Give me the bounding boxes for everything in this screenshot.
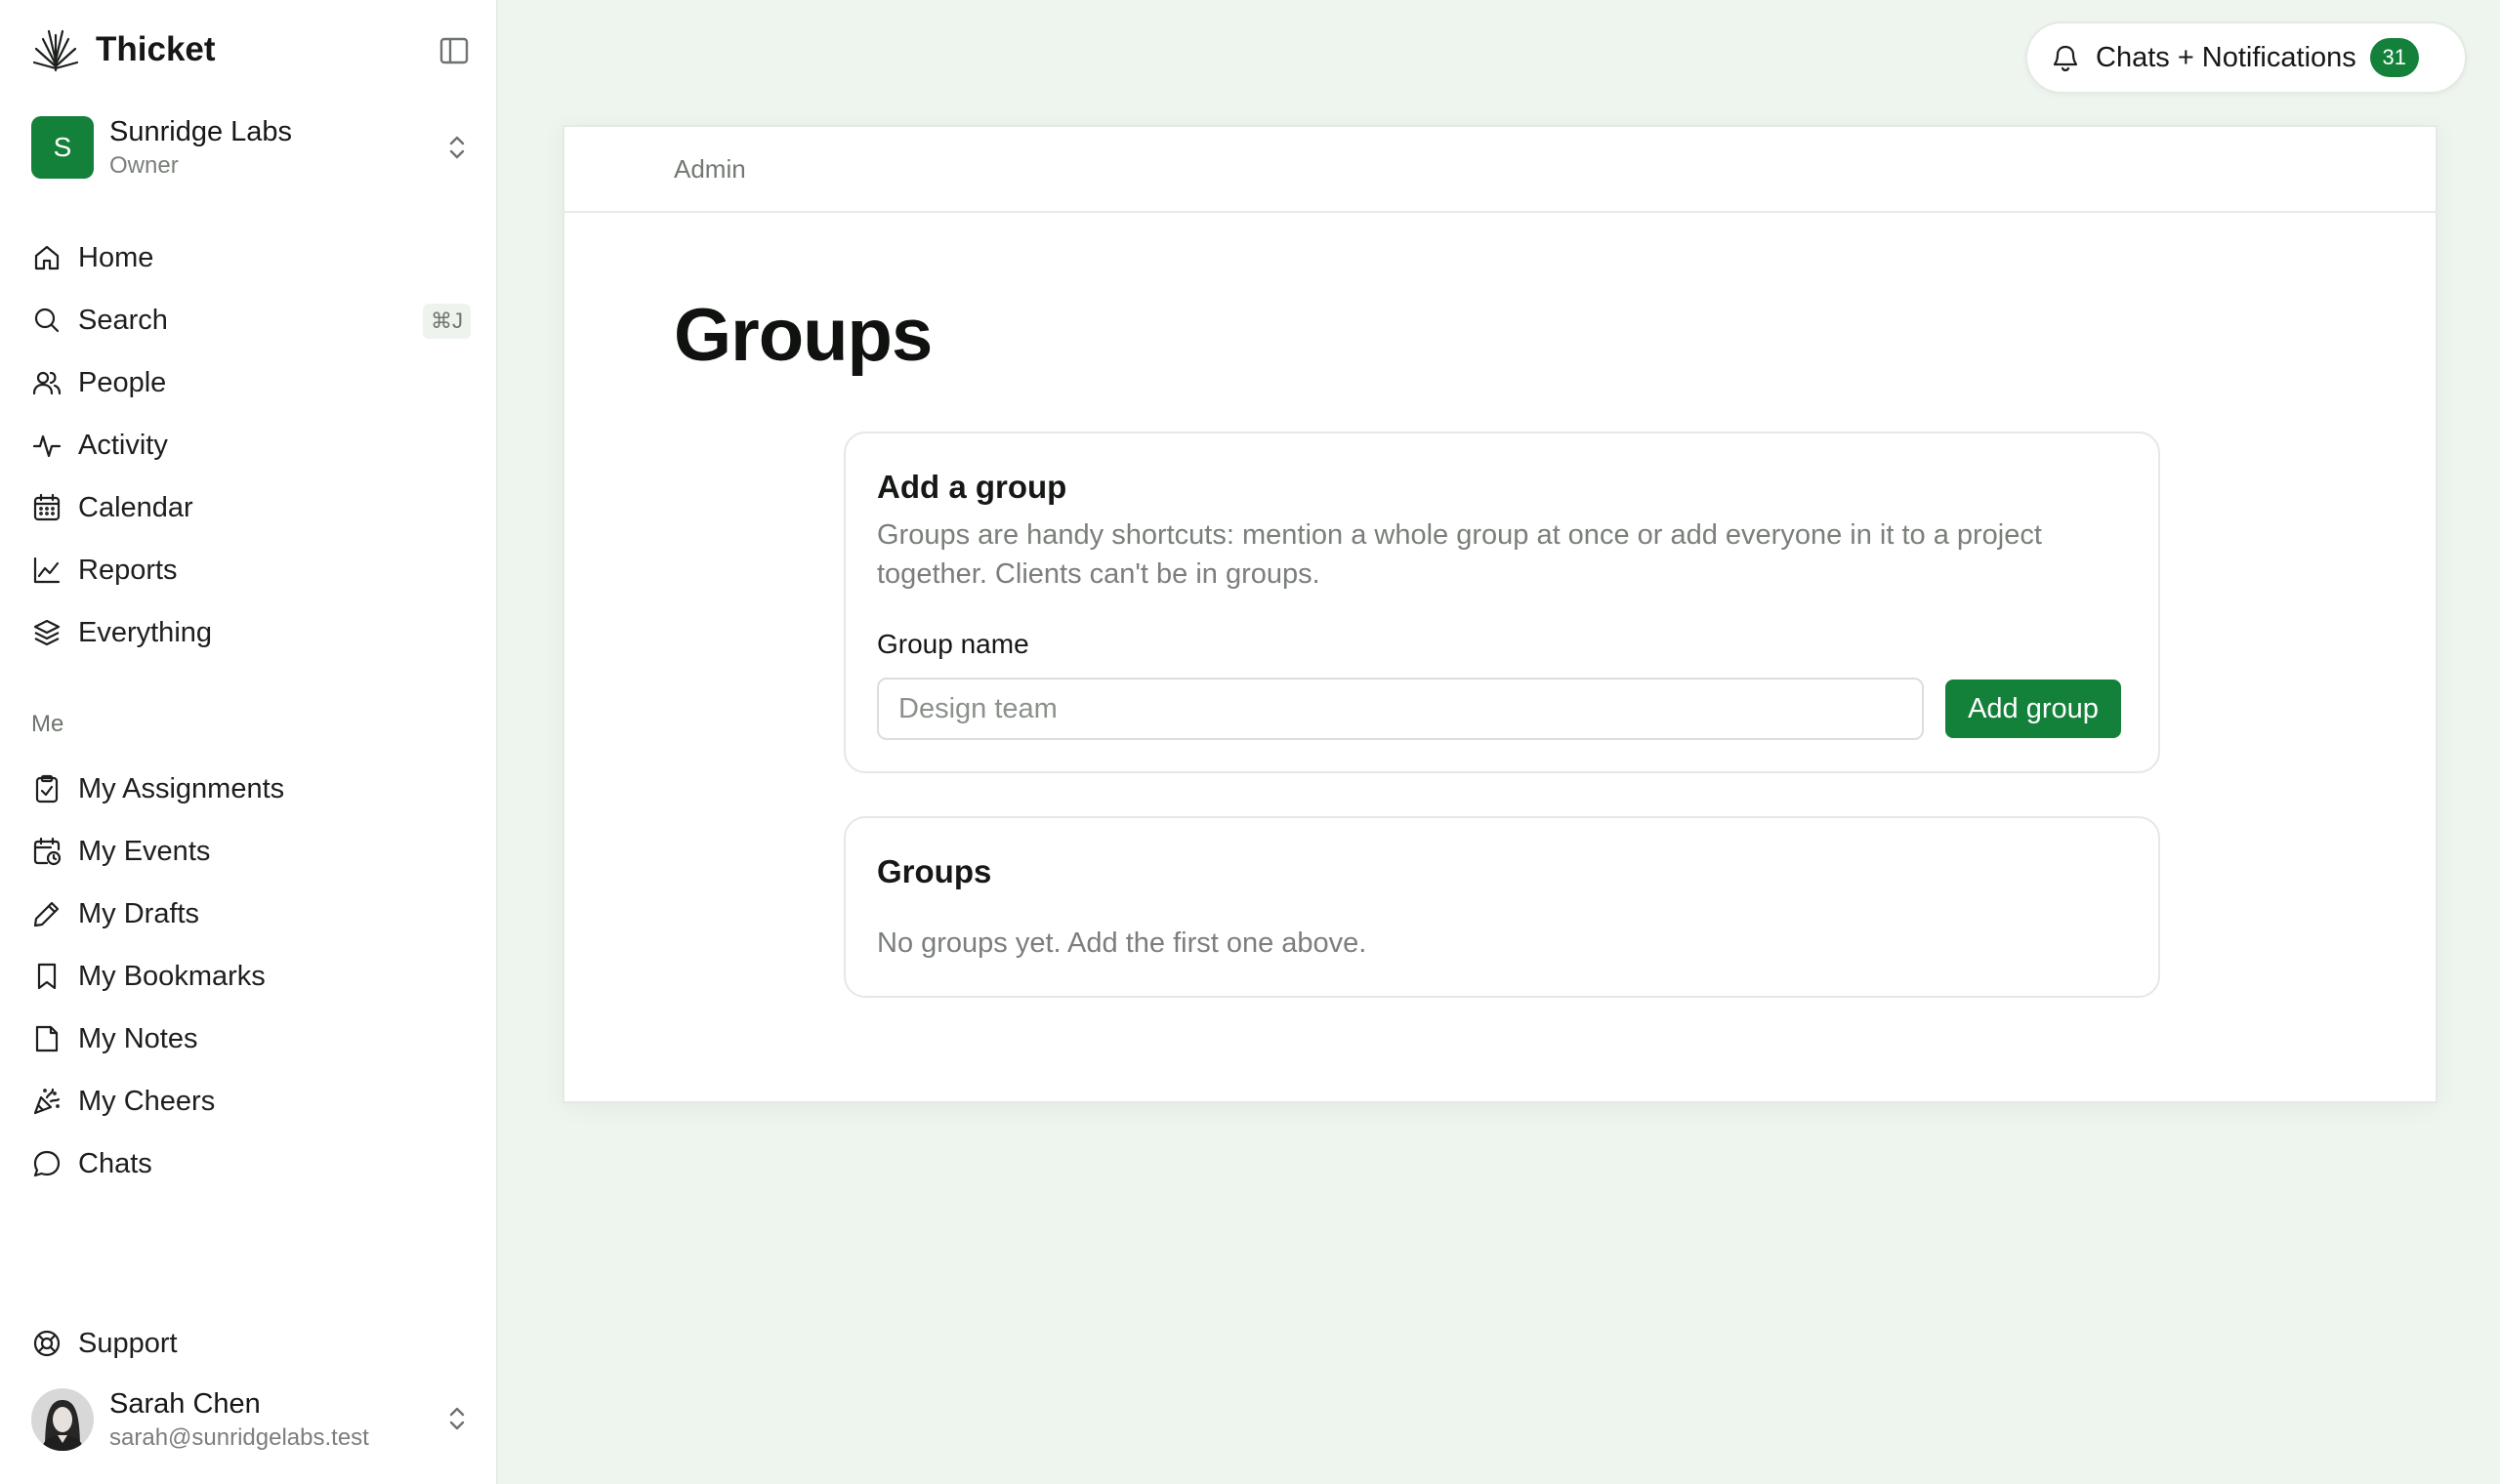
nav-item-my-notes[interactable]: My Notes: [31, 1008, 471, 1070]
groups-list-panel: Groups No groups yet. Add the first one …: [844, 816, 2160, 998]
nav-item-reports[interactable]: Reports: [31, 539, 471, 601]
breadcrumb: Admin: [564, 127, 2436, 213]
chevron-up-down-icon: [449, 1407, 465, 1430]
nav-item-home[interactable]: Home: [31, 227, 471, 289]
groups-list-title: Groups: [877, 853, 992, 889]
breadcrumb-admin[interactable]: Admin: [674, 154, 746, 185]
nav-label: Calendar: [78, 491, 193, 523]
nav-label: Support: [78, 1327, 178, 1359]
section-label-me: Me: [31, 711, 64, 737]
activity-icon: [32, 434, 62, 458]
home-icon: [34, 245, 60, 270]
sidebar: Thicket S Sunridge Labs Owner Home Searc…: [0, 0, 498, 1484]
me-nav: My Assignments My Events My Drafts My Bo…: [31, 758, 471, 1195]
bookmark-icon: [37, 963, 57, 990]
workspace-avatar: S: [31, 116, 94, 179]
lifebuoy-icon: [33, 1330, 61, 1357]
thicket-logo-icon: [32, 29, 79, 72]
nav-label: Search: [78, 304, 168, 336]
nav-label: My Drafts: [78, 897, 200, 929]
app-name: Thicket: [96, 30, 216, 68]
nav-item-people[interactable]: People: [31, 351, 471, 414]
nav-label: Everything: [78, 616, 213, 648]
party-popper-icon: [33, 1088, 61, 1115]
main-content: Admin Groups Add a group Groups are hand…: [562, 125, 2438, 1103]
clipboard-check-icon: [35, 774, 59, 804]
workspace-role: Owner: [109, 151, 179, 179]
workspace-switcher[interactable]: S Sunridge Labs Owner: [31, 115, 471, 180]
nav-item-everything[interactable]: Everything: [31, 601, 471, 664]
nav-item-my-drafts[interactable]: My Drafts: [31, 883, 471, 945]
chart-line-icon: [33, 556, 61, 584]
calendar-clock-icon: [33, 837, 62, 866]
avatar: [31, 1388, 94, 1451]
nav-label: My Cheers: [78, 1085, 216, 1117]
people-icon: [32, 371, 62, 395]
nav-item-support[interactable]: Support: [31, 1312, 178, 1375]
nav-item-calendar[interactable]: Calendar: [31, 476, 471, 539]
search-shortcut-badge: ⌘J: [423, 304, 471, 339]
chevron-up-down-icon: [449, 136, 465, 159]
add-group-description: Groups are handy shortcuts: mention a wh…: [877, 519, 2042, 590]
search-icon: [34, 308, 60, 333]
add-group-panel: Add a group Groups are handy shortcuts: …: [844, 432, 2160, 773]
nav-label: Chats: [78, 1147, 152, 1179]
notifications-count-badge: 31: [2369, 38, 2419, 77]
layers-icon: [33, 619, 61, 646]
user-email: sarah@sunridgelabs.test: [109, 1423, 369, 1451]
nav-label: People: [78, 366, 167, 398]
chats-notifications-button[interactable]: Chats + Notifications 31: [2025, 21, 2467, 94]
notifications-label: Chats + Notifications: [2096, 41, 2356, 73]
nav-label: Home: [78, 241, 154, 273]
sidebar-toggle-icon: [439, 37, 469, 64]
sticky-note-icon: [35, 1025, 59, 1052]
calendar-icon: [33, 493, 61, 521]
user-name: Sarah Chen: [109, 1387, 261, 1420]
chat-bubble-icon: [33, 1150, 61, 1177]
nav-item-my-assignments[interactable]: My Assignments: [31, 758, 471, 820]
nav-label: My Notes: [78, 1022, 198, 1054]
nav-item-my-bookmarks[interactable]: My Bookmarks: [31, 945, 471, 1008]
add-group-title: Add a group: [877, 469, 1067, 505]
user-menu[interactable]: Sarah Chen sarah@sunridgelabs.test: [31, 1386, 471, 1453]
brand[interactable]: Thicket: [31, 25, 216, 74]
nav-item-search[interactable]: Search ⌘J: [31, 289, 471, 351]
group-name-input[interactable]: [877, 678, 1924, 740]
bell-icon: [2053, 45, 2078, 72]
add-group-button[interactable]: Add group: [1945, 680, 2121, 738]
sidebar-toggle-button[interactable]: [438, 35, 471, 66]
workspace-name: Sunridge Labs: [109, 115, 293, 147]
group-name-label: Group name: [877, 629, 1029, 659]
nav-item-my-cheers[interactable]: My Cheers: [31, 1070, 471, 1133]
nav-item-activity[interactable]: Activity: [31, 414, 471, 476]
page-title: Groups: [674, 294, 933, 377]
nav-item-chats[interactable]: Chats: [31, 1133, 471, 1195]
nav-label: Reports: [78, 554, 178, 586]
groups-empty-message: No groups yet. Add the first one above.: [877, 928, 1367, 959]
nav-item-my-events[interactable]: My Events: [31, 820, 471, 883]
nav-label: Activity: [78, 429, 168, 461]
nav-label: My Events: [78, 835, 211, 867]
pencil-icon: [33, 901, 60, 928]
main-nav: Home Search ⌘J People Activity Calendar …: [31, 227, 471, 664]
nav-label: My Bookmarks: [78, 960, 266, 992]
nav-label: My Assignments: [78, 772, 285, 804]
